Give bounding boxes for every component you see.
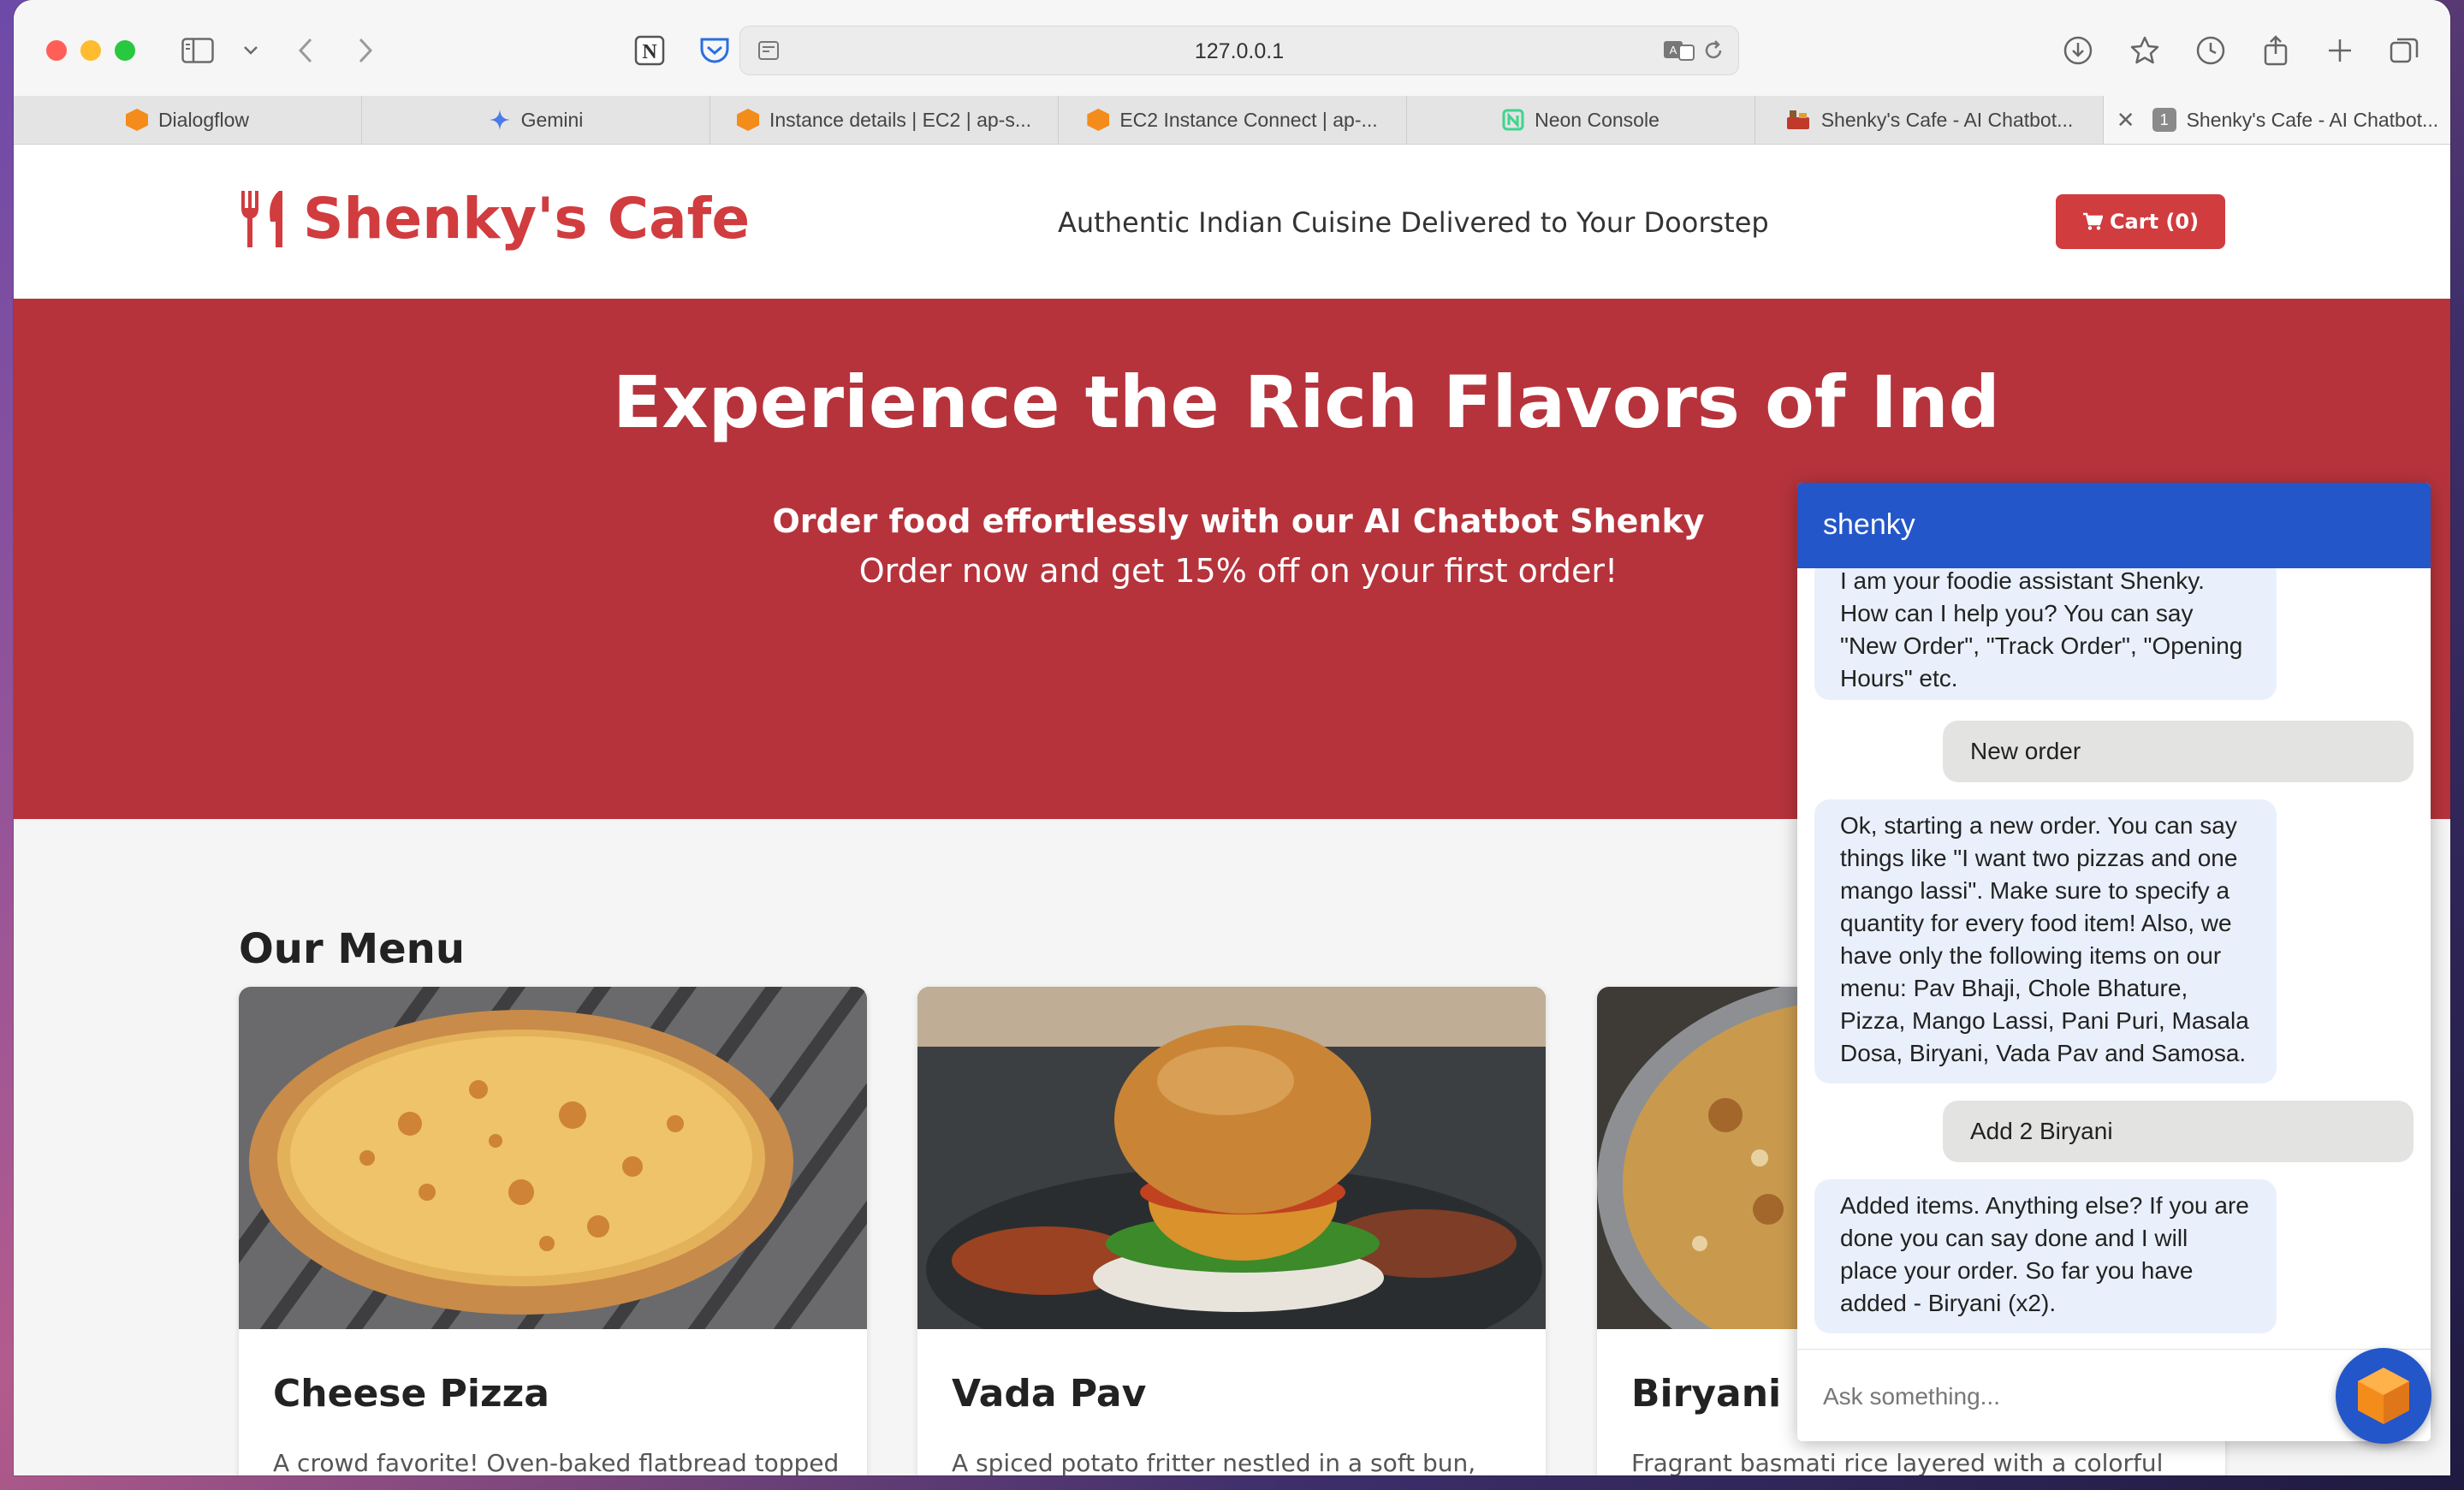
tab-label: Instance details | EC2 | ap-s... [769,108,1031,131]
zoom-window-button[interactable] [115,40,135,61]
close-window-button[interactable] [46,40,67,61]
tab-label: EC2 Instance Connect | ap-... [1119,108,1378,131]
tab-dialogflow[interactable]: Dialogflow [14,96,362,144]
tab-label: Dialogflow [157,108,250,131]
menu-item-description: A crowd favorite! Oven-baked flatbread t… [273,1449,840,1475]
menu-card-vada-pav[interactable]: Vada Pav A spiced potato fritter nestled… [917,987,1546,1475]
close-tab-icon[interactable]: ✕ [2117,107,2135,134]
chat-input[interactable] [1821,1375,2407,1418]
aws-favicon-icon [1087,109,1110,131]
user-message: Add 2 Biryani [1943,1101,2414,1162]
svg-text:N: N [642,41,657,63]
tab-label: Gemini [520,108,584,131]
tab-gemini[interactable]: Gemini [362,96,710,144]
notion-extension-icon[interactable]: N [630,31,669,70]
downloads-icon[interactable] [2058,31,2098,70]
utensils-icon [238,189,291,249]
web-page: Shenky's Cafe Authentic Indian Cuisine D… [14,145,2450,1475]
hero-title: Experience the Rich Flavors of Ind [613,360,2000,444]
tab-overview-icon[interactable] [2384,31,2424,70]
tab-label: Neon Console [1535,108,1659,131]
tab-shenkys-cafe-active[interactable]: ✕ 1 Shenky's Cafe - AI Chatbot... [2104,96,2450,144]
vada-pav-image [917,987,1546,1372]
aws-favicon-icon [737,109,759,131]
svg-text:A: A [1670,44,1677,56]
url-text: 127.0.0.1 [1194,39,1285,63]
cart-icon [2082,212,2103,231]
menu-item-description: Fragrant basmati rice layered with a col… [1631,1449,2164,1475]
chat-messages: I am your foodie assistant Shenky. How c… [1797,568,2431,1349]
menu-heading: Our Menu [239,925,466,973]
back-icon[interactable] [286,31,325,70]
user-message: New order [1943,721,2414,782]
gemini-favicon-icon [489,109,511,131]
tab-ec2-instance-connect[interactable]: EC2 Instance Connect | ap-... [1059,96,1407,144]
bot-message: Ok, starting a new order. You can say th… [1814,799,2277,1083]
tab-ec2-instance-details[interactable]: Instance details | EC2 | ap-s... [710,96,1059,144]
brand-name: Shenky's Cafe [303,186,751,252]
menu-card-cheese-pizza[interactable]: Cheese Pizza A crowd favorite! Oven-bake… [239,987,867,1475]
chatbot-title: shenky [1823,508,1915,541]
menu-item-name: Vada Pav [952,1372,1147,1416]
site-logo[interactable]: Shenky's Cafe [238,186,750,252]
cafe-favicon-icon [1785,109,1811,131]
tab-bar: Dialogflow Gemini Instance details | EC2… [14,96,2450,145]
chatbot-header: shenky [1797,483,2431,568]
tab-neon-console[interactable]: Neon Console [1407,96,1755,144]
chevron-down-icon[interactable] [231,31,270,70]
tab-label: Shenky's Cafe - AI Chatbot... [1820,108,2074,131]
sidebar-icon[interactable] [178,31,217,70]
minimize-window-button[interactable] [80,40,101,61]
pocket-extension-icon[interactable] [695,31,734,70]
tab-badge: 1 [2152,108,2176,132]
chatbot-toggle-button[interactable] [2336,1348,2431,1444]
browser-window: N 127.0.0.1 A Dialogflow Gemini Instance… [14,0,2450,1475]
site-header: Shenky's Cafe Authentic Indian Cuisine D… [14,145,2450,299]
new-tab-icon[interactable] [2320,31,2360,70]
site-tagline: Authentic Indian Cuisine Delivered to Yo… [1058,206,1769,239]
history-icon[interactable] [2191,31,2230,70]
reload-icon[interactable] [1694,31,1733,70]
bot-message: I am your foodie assistant Shenky. How c… [1814,568,2277,700]
browser-toolbar: N 127.0.0.1 A [14,0,2450,97]
menu-item-name: Cheese Pizza [273,1372,549,1416]
menu-item-name: Biryani [1631,1372,1782,1416]
cheese-pizza-image [239,987,867,1350]
tab-shenkys-cafe[interactable]: Shenky's Cafe - AI Chatbot... [1755,96,2104,144]
bookmark-star-icon[interactable] [2125,31,2164,70]
menu-item-description: A spiced potato fritter nestled in a sof… [952,1449,1476,1475]
share-icon[interactable] [2256,31,2295,70]
tab-label: Shenky's Cafe - AI Chatbot... [2186,108,2439,131]
bot-message: Added items. Anything else? If you are d… [1814,1179,2277,1333]
address-bar[interactable]: 127.0.0.1 A [739,26,1739,75]
chatbot-window: shenky I am your foodie assistant Shenky… [1797,483,2431,1441]
cart-label: Cart (0) [2109,210,2200,234]
dialogflow-favicon-icon [125,109,148,131]
neon-favicon-icon [1502,109,1524,131]
cart-button[interactable]: Cart (0) [2056,194,2225,249]
dialogflow-icon [2356,1366,2411,1426]
forward-icon[interactable] [346,31,385,70]
